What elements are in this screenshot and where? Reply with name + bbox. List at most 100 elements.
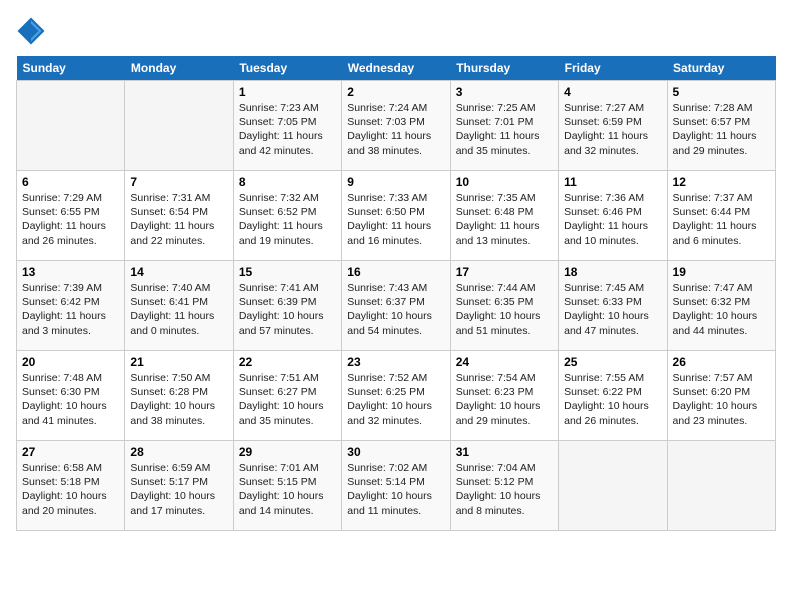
day-number: 31	[456, 445, 553, 459]
calendar-cell: 25 Sunrise: 7:55 AM Sunset: 6:22 PM Dayli…	[559, 351, 667, 441]
day-info: Sunrise: 7:44 AM Sunset: 6:35 PM Dayligh…	[456, 281, 553, 338]
calendar-cell: 12 Sunrise: 7:37 AM Sunset: 6:44 PM Dayli…	[667, 171, 775, 261]
day-info: Sunrise: 6:59 AM Sunset: 5:17 PM Dayligh…	[130, 461, 227, 518]
day-number: 13	[22, 265, 119, 279]
calendar-cell: 15Sunrise: 7:41 AM Sunset: 6:39 PM Dayli…	[233, 261, 341, 351]
weekday-header-wednesday: Wednesday	[342, 56, 450, 81]
calendar-week-1: 1 Sunrise: 7:23 AM Sunset: 7:05 PM Daylig…	[17, 81, 776, 171]
calendar-cell: 31 Sunrise: 7:04 AM Sunset: 5:12 PM Dayli…	[450, 441, 558, 531]
calendar-cell: 9 Sunrise: 7:33 AM Sunset: 6:50 PM Daylig…	[342, 171, 450, 261]
calendar-cell: 28 Sunrise: 6:59 AM Sunset: 5:17 PM Dayli…	[125, 441, 233, 531]
calendar-cell: 8Sunrise: 7:32 AM Sunset: 6:52 PM Daylig…	[233, 171, 341, 261]
calendar-cell: 5 Sunrise: 7:28 AM Sunset: 6:57 PM Daylig…	[667, 81, 775, 171]
calendar-cell: 26 Sunrise: 7:57 AM Sunset: 6:20 PM Dayli…	[667, 351, 775, 441]
day-number: 29	[239, 445, 336, 459]
day-info: Sunrise: 7:51 AM Sunset: 6:27 PM Dayligh…	[239, 371, 336, 428]
calendar-week-5: 27Sunrise: 6:58 AM Sunset: 5:18 PM Dayli…	[17, 441, 776, 531]
day-info: Sunrise: 7:37 AM Sunset: 6:44 PM Dayligh…	[673, 191, 770, 248]
calendar-cell: 23 Sunrise: 7:52 AM Sunset: 6:25 PM Dayli…	[342, 351, 450, 441]
day-info: Sunrise: 7:45 AM Sunset: 6:33 PM Dayligh…	[564, 281, 661, 338]
day-info: Sunrise: 7:31 AM Sunset: 6:54 PM Dayligh…	[130, 191, 227, 248]
day-info: Sunrise: 7:40 AM Sunset: 6:41 PM Dayligh…	[130, 281, 227, 338]
calendar-cell: 19Sunrise: 7:47 AM Sunset: 6:32 PM Dayli…	[667, 261, 775, 351]
calendar-cell: 17 Sunrise: 7:44 AM Sunset: 6:35 PM Dayli…	[450, 261, 558, 351]
day-number: 5	[673, 85, 770, 99]
day-info: Sunrise: 7:52 AM Sunset: 6:25 PM Dayligh…	[347, 371, 444, 428]
calendar-cell: 2 Sunrise: 7:24 AM Sunset: 7:03 PM Daylig…	[342, 81, 450, 171]
day-number: 24	[456, 355, 553, 369]
day-number: 9	[347, 175, 444, 189]
calendar-cell	[125, 81, 233, 171]
logo	[16, 16, 48, 46]
day-number: 3	[456, 85, 553, 99]
calendar-cell: 6 Sunrise: 7:29 AM Sunset: 6:55 PM Daylig…	[17, 171, 125, 261]
day-info: Sunrise: 7:04 AM Sunset: 5:12 PM Dayligh…	[456, 461, 553, 518]
calendar-cell: 4 Sunrise: 7:27 AM Sunset: 6:59 PM Daylig…	[559, 81, 667, 171]
day-number: 17	[456, 265, 553, 279]
day-info: Sunrise: 7:24 AM Sunset: 7:03 PM Dayligh…	[347, 101, 444, 158]
day-info: Sunrise: 7:02 AM Sunset: 5:14 PM Dayligh…	[347, 461, 444, 518]
day-info: Sunrise: 7:33 AM Sunset: 6:50 PM Dayligh…	[347, 191, 444, 248]
weekday-header-friday: Friday	[559, 56, 667, 81]
calendar-cell: 24 Sunrise: 7:54 AM Sunset: 6:23 PM Dayli…	[450, 351, 558, 441]
day-number: 12	[673, 175, 770, 189]
weekday-header-monday: Monday	[125, 56, 233, 81]
calendar-cell	[559, 441, 667, 531]
calendar-cell: 29Sunrise: 7:01 AM Sunset: 5:15 PM Dayli…	[233, 441, 341, 531]
day-info: Sunrise: 7:43 AM Sunset: 6:37 PM Dayligh…	[347, 281, 444, 338]
day-number: 26	[673, 355, 770, 369]
calendar-week-4: 20 Sunrise: 7:48 AM Sunset: 6:30 PM Dayli…	[17, 351, 776, 441]
weekday-header-thursday: Thursday	[450, 56, 558, 81]
day-info: Sunrise: 7:27 AM Sunset: 6:59 PM Dayligh…	[564, 101, 661, 158]
calendar-table: SundayMondayTuesdayWednesdayThursdayFrid…	[16, 56, 776, 531]
day-number: 20	[22, 355, 119, 369]
day-info: Sunrise: 7:50 AM Sunset: 6:28 PM Dayligh…	[130, 371, 227, 428]
day-info: Sunrise: 7:55 AM Sunset: 6:22 PM Dayligh…	[564, 371, 661, 428]
calendar-cell: 27Sunrise: 6:58 AM Sunset: 5:18 PM Dayli…	[17, 441, 125, 531]
weekday-header-tuesday: Tuesday	[233, 56, 341, 81]
day-number: 10	[456, 175, 553, 189]
day-info: Sunrise: 7:23 AM Sunset: 7:05 PM Dayligh…	[239, 101, 336, 158]
calendar-cell: 11Sunrise: 7:36 AM Sunset: 6:46 PM Dayli…	[559, 171, 667, 261]
calendar-cell: 21 Sunrise: 7:50 AM Sunset: 6:28 PM Dayli…	[125, 351, 233, 441]
day-number: 1	[239, 85, 336, 99]
weekday-header-saturday: Saturday	[667, 56, 775, 81]
day-number: 8	[239, 175, 336, 189]
day-number: 27	[22, 445, 119, 459]
day-number: 2	[347, 85, 444, 99]
day-info: Sunrise: 7:48 AM Sunset: 6:30 PM Dayligh…	[22, 371, 119, 428]
calendar-cell: 22 Sunrise: 7:51 AM Sunset: 6:27 PM Dayli…	[233, 351, 341, 441]
calendar-cell: 14 Sunrise: 7:40 AM Sunset: 6:41 PM Dayli…	[125, 261, 233, 351]
logo-icon	[16, 16, 46, 46]
calendar-cell: 30Sunrise: 7:02 AM Sunset: 5:14 PM Dayli…	[342, 441, 450, 531]
day-info: Sunrise: 7:29 AM Sunset: 6:55 PM Dayligh…	[22, 191, 119, 248]
day-number: 23	[347, 355, 444, 369]
day-number: 21	[130, 355, 227, 369]
calendar-cell: 3Sunrise: 7:25 AM Sunset: 7:01 PM Daylig…	[450, 81, 558, 171]
day-number: 14	[130, 265, 227, 279]
calendar-week-2: 6 Sunrise: 7:29 AM Sunset: 6:55 PM Daylig…	[17, 171, 776, 261]
calendar-cell: 20 Sunrise: 7:48 AM Sunset: 6:30 PM Dayli…	[17, 351, 125, 441]
day-info: Sunrise: 7:54 AM Sunset: 6:23 PM Dayligh…	[456, 371, 553, 428]
day-info: Sunrise: 7:28 AM Sunset: 6:57 PM Dayligh…	[673, 101, 770, 158]
calendar-cell	[17, 81, 125, 171]
calendar-cell: 13Sunrise: 7:39 AM Sunset: 6:42 PM Dayli…	[17, 261, 125, 351]
day-number: 22	[239, 355, 336, 369]
calendar-cell: 7 Sunrise: 7:31 AM Sunset: 6:54 PM Daylig…	[125, 171, 233, 261]
day-number: 4	[564, 85, 661, 99]
calendar-cell: 18 Sunrise: 7:45 AM Sunset: 6:33 PM Dayli…	[559, 261, 667, 351]
weekday-header-sunday: Sunday	[17, 56, 125, 81]
day-number: 28	[130, 445, 227, 459]
day-info: Sunrise: 7:36 AM Sunset: 6:46 PM Dayligh…	[564, 191, 661, 248]
day-number: 18	[564, 265, 661, 279]
calendar-cell: 1 Sunrise: 7:23 AM Sunset: 7:05 PM Daylig…	[233, 81, 341, 171]
calendar-cell: 10Sunrise: 7:35 AM Sunset: 6:48 PM Dayli…	[450, 171, 558, 261]
day-number: 6	[22, 175, 119, 189]
day-number: 15	[239, 265, 336, 279]
page-header	[16, 16, 776, 46]
day-number: 7	[130, 175, 227, 189]
day-info: Sunrise: 7:47 AM Sunset: 6:32 PM Dayligh…	[673, 281, 770, 338]
calendar-week-3: 13Sunrise: 7:39 AM Sunset: 6:42 PM Dayli…	[17, 261, 776, 351]
day-number: 25	[564, 355, 661, 369]
day-info: Sunrise: 7:57 AM Sunset: 6:20 PM Dayligh…	[673, 371, 770, 428]
